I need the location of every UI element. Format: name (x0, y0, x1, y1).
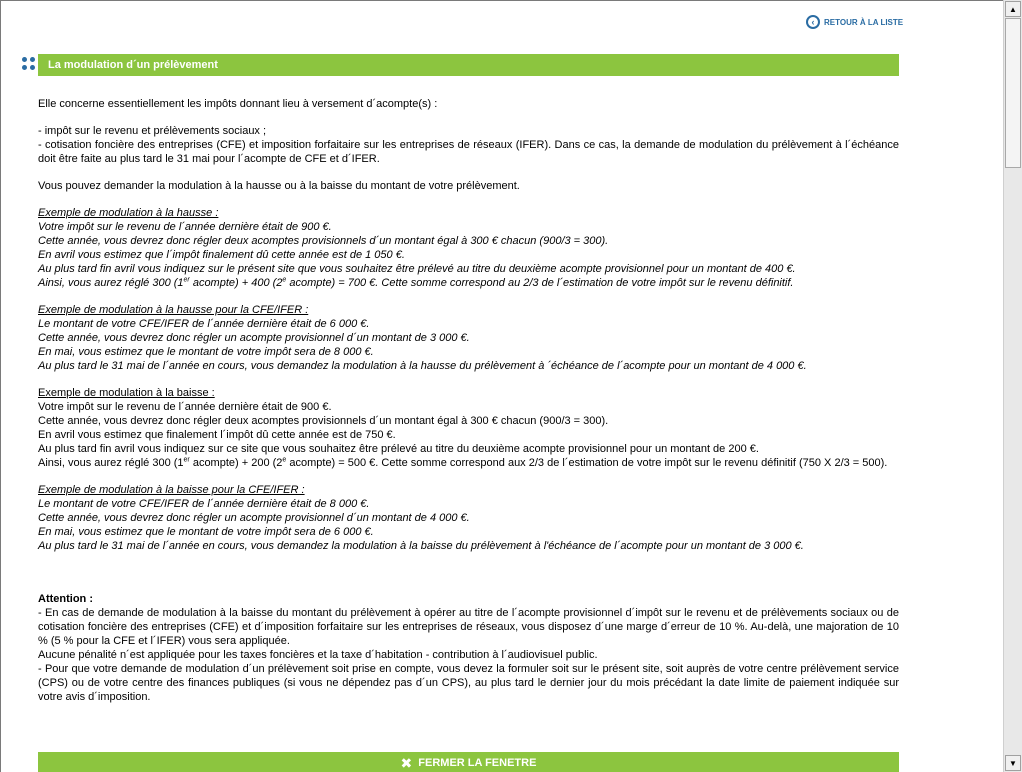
arrow-left-circle-icon: ‹ (806, 15, 820, 29)
example-line: Le montant de votre CFE/IFER de l´année … (38, 318, 370, 330)
main-content: Elle concerne essentiellement les impôts… (38, 97, 899, 704)
example-hausse-cfe: Exemple de modulation à la hausse pour l… (38, 303, 899, 373)
example-line: Ainsi, vous aurez réglé 300 (1er acompte… (38, 456, 888, 469)
example-line: Au plus tard fin avril vous indiquez sur… (38, 443, 759, 455)
example-line: Votre impôt sur le revenu de l´année der… (38, 401, 332, 413)
example-line: En avril vous estimez que l´impôt finale… (38, 249, 405, 261)
scroll-up-arrow-icon[interactable]: ▲ (1005, 1, 1021, 17)
example-line: Cette année, vous devrez donc régler un … (38, 512, 470, 524)
example-line: Cette année, vous devrez donc régler deu… (38, 235, 609, 247)
scroll-down-arrow-icon[interactable]: ▼ (1005, 755, 1021, 771)
example-line: Au plus tard le 31 mai de l´année en cou… (38, 360, 807, 372)
example-line: Cette année, vous devrez donc régler un … (38, 332, 470, 344)
example-line: Cette année, vous devrez donc régler deu… (38, 415, 609, 427)
example-line: Le montant de votre CFE/IFER de l´année … (38, 498, 370, 510)
example-line: Au plus tard fin avril vous indiquez sur… (38, 263, 796, 275)
attention-text: - Pour que votre demande de modulation d… (38, 663, 899, 703)
example-line: En mai, vous estimez que le montant de v… (38, 526, 374, 538)
dots-grid-icon (22, 57, 36, 71)
example-hausse: Exemple de modulation à la hausse : Votr… (38, 206, 899, 290)
close-window-label: FERMER LA FENETRE (418, 756, 537, 769)
example-baisse-cfe-title: Exemple de modulation à la baisse pour l… (38, 484, 305, 496)
intro-text: Elle concerne essentiellement les impôts… (38, 98, 438, 110)
example-hausse-cfe-title: Exemple de modulation à la hausse pour l… (38, 304, 309, 316)
example-line: En avril vous estimez que finalement l´i… (38, 429, 396, 441)
example-line: En mai, vous estimez que le montant de v… (38, 346, 374, 358)
scrollbar-thumb[interactable] (1005, 18, 1021, 168)
intro-modulation-text: Vous pouvez demander la modulation à la … (38, 180, 520, 192)
close-window-button[interactable]: ✖ FERMER LA FENETRE (38, 752, 899, 772)
example-line: Au plus tard le 31 mai de l´année en cou… (38, 540, 804, 552)
example-line: Ainsi, vous aurez réglé 300 (1er acompte… (38, 276, 794, 289)
attention-title: Attention : (38, 593, 93, 605)
page-title: La modulation d´un prélèvement (48, 59, 218, 71)
section-title-bar: La modulation d´un prélèvement (38, 54, 899, 76)
example-baisse-title: Exemple de modulation à la baisse : (38, 387, 215, 399)
back-to-list-label: RETOUR À LA LISTE (824, 17, 904, 27)
example-hausse-title: Exemple de modulation à la hausse : (38, 207, 219, 219)
example-baisse: Exemple de modulation à la baisse : Votr… (38, 386, 899, 470)
example-baisse-cfe: Exemple de modulation à la baisse pour l… (38, 483, 899, 553)
intro-item-cfe: - cotisation foncière des entreprises (C… (38, 139, 899, 165)
close-x-icon: ✖ (400, 754, 413, 771)
attention-text: Aucune pénalité n´est appliquée pour les… (38, 649, 598, 661)
intro-item-ir: - impôt sur le revenu et prélèvements so… (38, 125, 267, 137)
attention-text: - En cas de demande de modulation à la b… (38, 607, 899, 647)
example-line: Votre impôt sur le revenu de l´année der… (38, 221, 332, 233)
attention-block: Attention : - En cas de demande de modul… (38, 592, 899, 704)
vertical-scrollbar[interactable]: ▲ ▼ (1003, 0, 1022, 772)
window-content: ‹ RETOUR À LA LISTE La modulation d´un p… (0, 0, 1003, 772)
back-to-list-link[interactable]: ‹ RETOUR À LA LISTE (806, 13, 903, 31)
